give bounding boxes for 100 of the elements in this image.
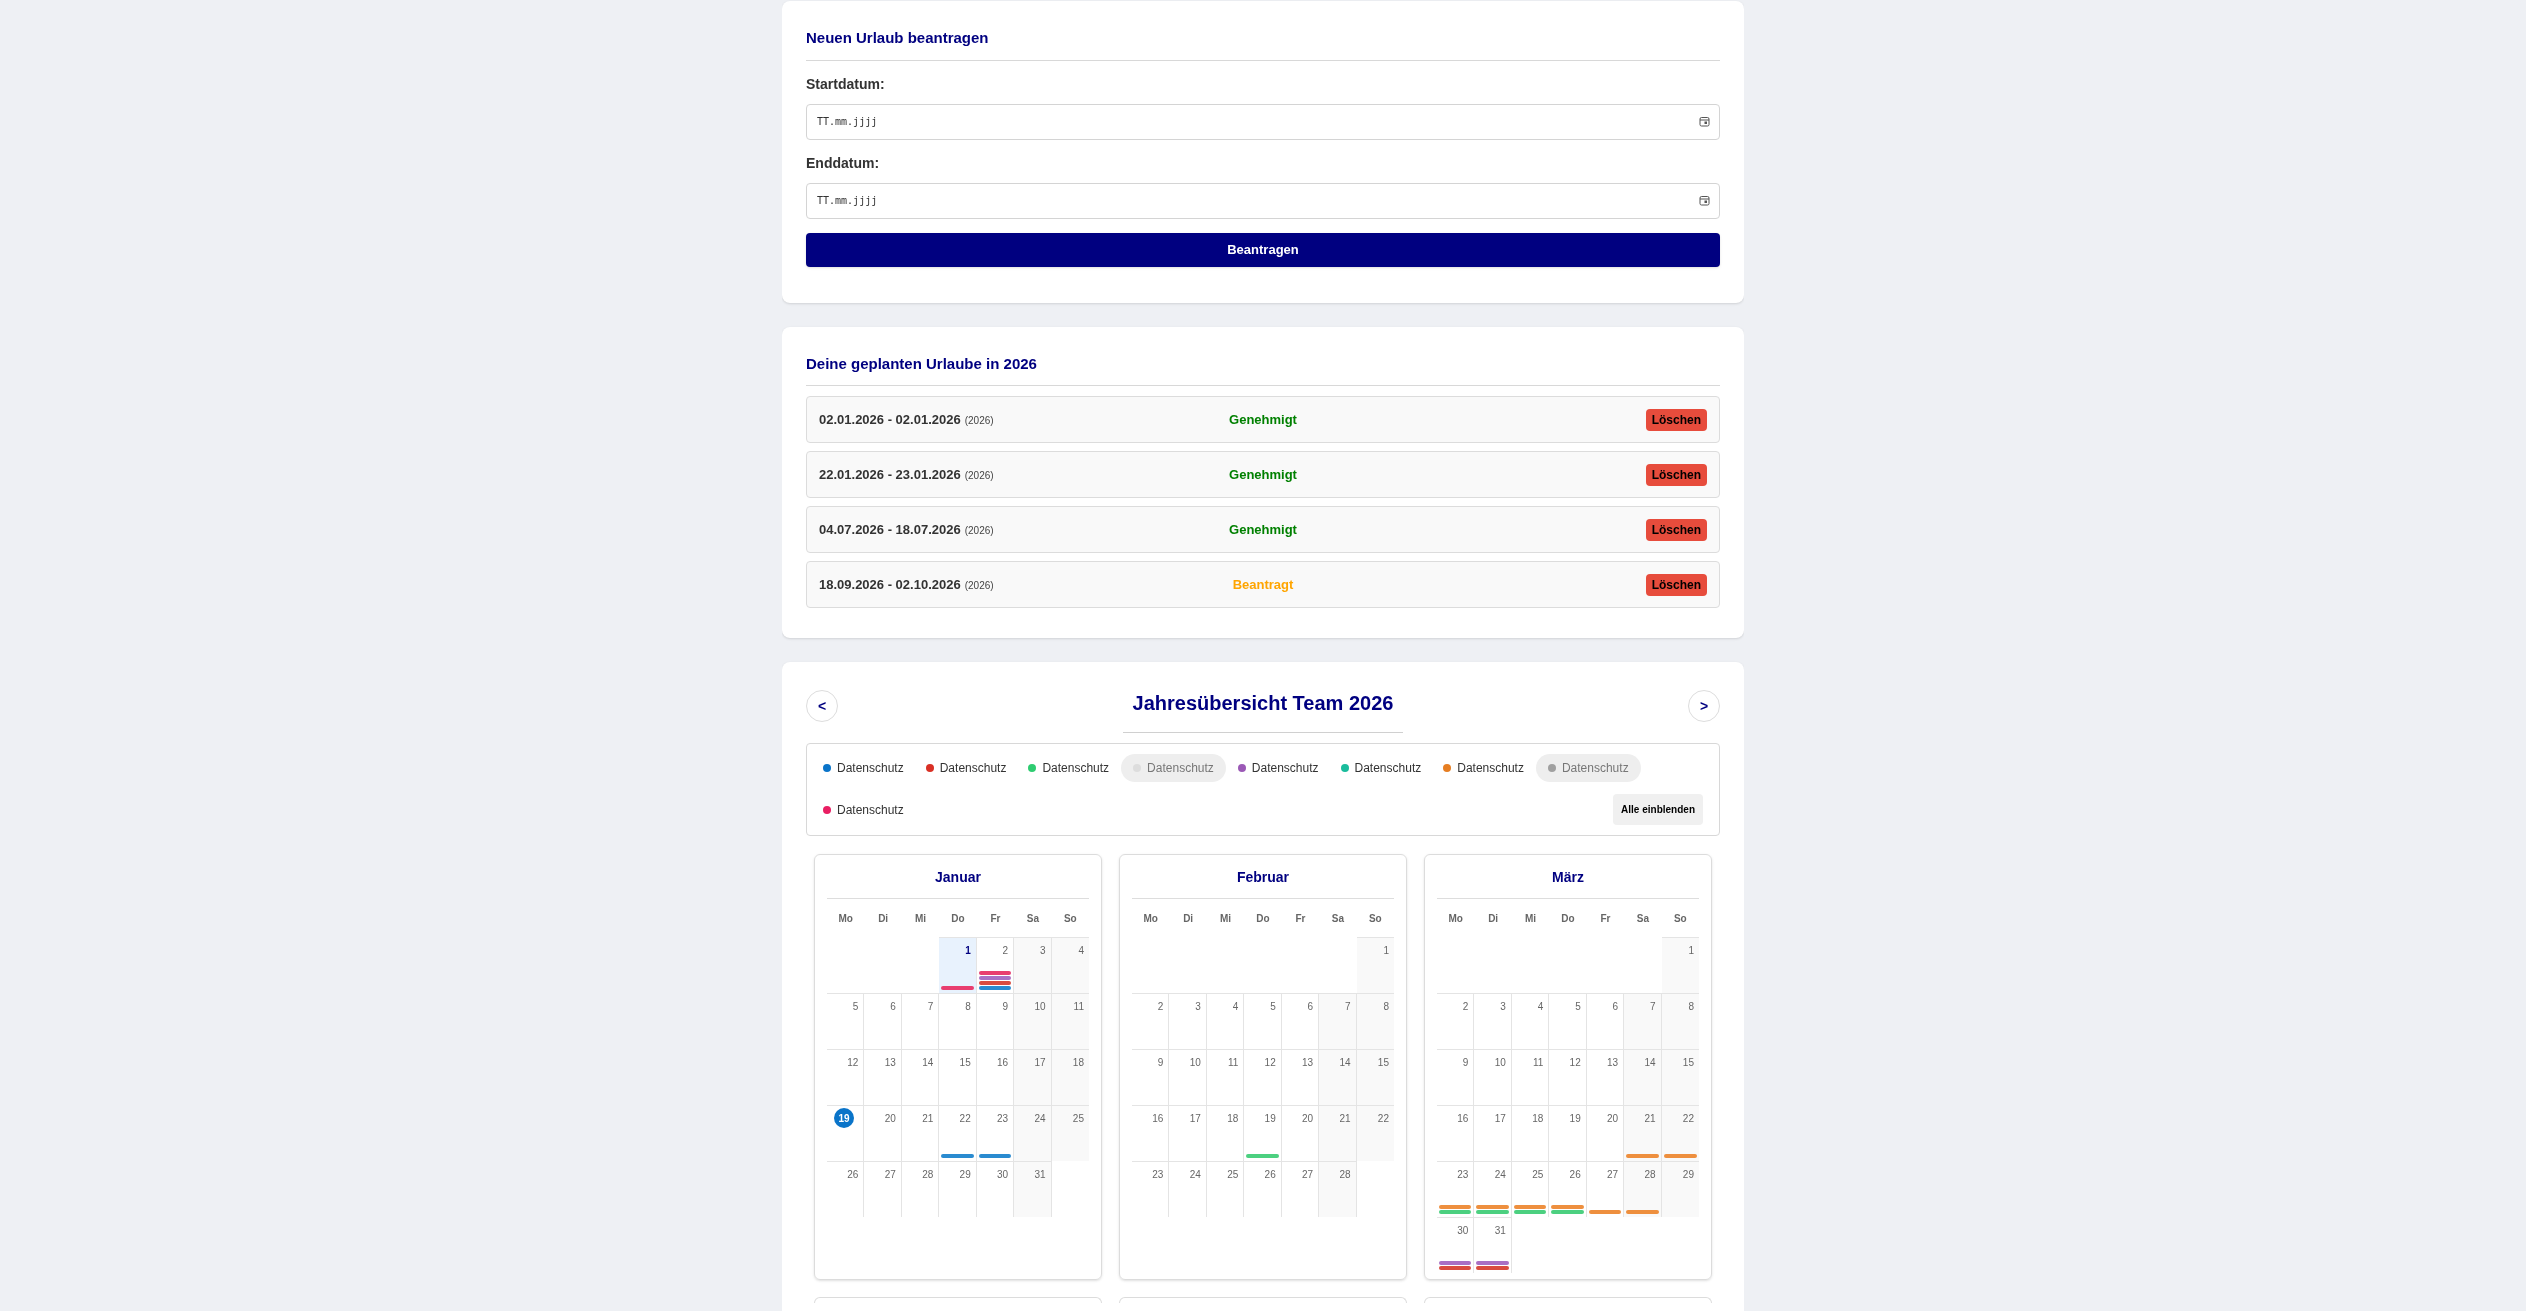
legend-item[interactable]: Datenschutz <box>1121 754 1226 782</box>
delete-button[interactable]: Löschen <box>1645 518 1707 541</box>
day-cell[interactable]: 29 <box>939 1161 977 1217</box>
day-cell[interactable]: 4 <box>1511 993 1550 1049</box>
day-cell[interactable]: 17 <box>1474 1105 1512 1161</box>
date-field[interactable]: TT.mm.jjjj <box>806 182 1720 219</box>
day-cell[interactable]: 21 <box>1319 1105 1357 1161</box>
day-cell[interactable]: 13 <box>1281 1049 1320 1105</box>
day-cell[interactable]: 12 <box>1244 1049 1282 1105</box>
day-cell[interactable]: 7 <box>1319 993 1357 1049</box>
legend-item[interactable]: Datenschutz <box>1443 754 1524 782</box>
day-cell[interactable]: 10 <box>1169 1049 1207 1105</box>
day-cell[interactable]: 26 <box>1549 1161 1587 1217</box>
day-cell[interactable]: 1 <box>1356 937 1394 993</box>
day-cell[interactable]: 21 <box>1624 1105 1662 1161</box>
day-cell[interactable]: 31 <box>1014 1161 1052 1217</box>
day-cell[interactable]: 20 <box>864 1105 902 1161</box>
day-cell[interactable]: 6 <box>864 993 902 1049</box>
day-cell[interactable]: 11 <box>1511 1049 1550 1105</box>
previous-button[interactable]: < <box>806 690 838 722</box>
day-cell[interactable]: 11 <box>1206 1049 1245 1105</box>
day-cell[interactable]: 27 <box>1281 1161 1320 1217</box>
day-cell[interactable]: 25 <box>1511 1161 1550 1217</box>
day-cell[interactable]: 8 <box>1356 993 1394 1049</box>
day-cell[interactable]: 5 <box>827 993 865 1049</box>
day-cell[interactable]: 12 <box>827 1049 865 1105</box>
day-cell[interactable]: 23 <box>1132 1161 1170 1217</box>
day-cell[interactable]: 28 <box>1624 1161 1662 1217</box>
day-cell[interactable]: 24 <box>1014 1105 1052 1161</box>
day-cell[interactable]: 31 <box>1474 1217 1512 1273</box>
legend-item[interactable]: Datenschutz <box>925 754 1007 782</box>
day-cell[interactable]: 20 <box>1281 1105 1320 1161</box>
day-cell[interactable]: 6 <box>1586 993 1625 1049</box>
delete-button[interactable]: Löschen <box>1645 463 1707 486</box>
legend-item[interactable]: Datenschutz <box>1535 754 1641 782</box>
day-cell[interactable]: 16 <box>1132 1105 1170 1161</box>
day-cell[interactable]: 15 <box>1356 1049 1394 1105</box>
day-cell[interactable]: 20 <box>1586 1105 1625 1161</box>
day-cell[interactable]: 14 <box>901 1049 940 1105</box>
delete-button[interactable]: Löschen <box>1645 408 1707 431</box>
day-cell[interactable]: 3 <box>1474 993 1512 1049</box>
day-cell[interactable]: 1 <box>939 937 977 993</box>
day-cell[interactable]: 4 <box>1206 993 1245 1049</box>
day-cell[interactable]: 19 <box>827 1105 865 1161</box>
day-cell[interactable]: 23 <box>1437 1161 1475 1217</box>
show-all-button[interactable]: Alle einblenden <box>1613 794 1703 825</box>
legend-item[interactable]: Datenschutz <box>823 754 904 782</box>
day-cell[interactable]: 14 <box>1624 1049 1662 1105</box>
day-cell[interactable]: 15 <box>939 1049 977 1105</box>
day-cell[interactable]: 4 <box>1051 937 1089 993</box>
day-cell[interactable]: 21 <box>901 1105 940 1161</box>
legend-item[interactable]: Datenschutz <box>1340 754 1422 782</box>
day-cell[interactable]: 23 <box>976 1105 1015 1161</box>
day-cell[interactable]: 19 <box>1549 1105 1587 1161</box>
day-cell[interactable]: 14 <box>1319 1049 1357 1105</box>
delete-button[interactable]: Löschen <box>1645 573 1707 596</box>
day-cell[interactable]: 19 <box>1244 1105 1282 1161</box>
next-button[interactable]: > <box>1688 690 1720 722</box>
day-cell[interactable]: 24 <box>1474 1161 1512 1217</box>
day-cell[interactable]: 18 <box>1511 1105 1550 1161</box>
day-cell[interactable]: 13 <box>864 1049 902 1105</box>
day-cell[interactable]: 16 <box>1437 1105 1475 1161</box>
day-cell[interactable]: 16 <box>976 1049 1015 1105</box>
day-cell[interactable]: 17 <box>1169 1105 1207 1161</box>
day-cell[interactable]: 2 <box>1437 993 1475 1049</box>
day-cell[interactable]: 10 <box>1014 993 1052 1049</box>
day-cell[interactable]: 9 <box>1437 1049 1475 1105</box>
day-cell[interactable]: 22 <box>939 1105 977 1161</box>
day-cell[interactable]: 2 <box>976 937 1015 993</box>
legend-item[interactable]: Datenschutz <box>1028 754 1110 782</box>
day-cell[interactable]: 22 <box>1661 1105 1699 1161</box>
day-cell[interactable]: 2 <box>1132 993 1170 1049</box>
day-cell[interactable]: 9 <box>976 993 1015 1049</box>
day-cell[interactable]: 24 <box>1169 1161 1207 1217</box>
day-cell[interactable]: 27 <box>864 1161 902 1217</box>
day-cell[interactable]: 12 <box>1549 1049 1587 1105</box>
day-cell[interactable]: 18 <box>1206 1105 1245 1161</box>
day-cell[interactable]: 22 <box>1356 1105 1394 1161</box>
day-cell[interactable]: 30 <box>1437 1217 1475 1273</box>
legend-item[interactable]: Datenschutz <box>823 795 904 824</box>
day-cell[interactable]: 6 <box>1281 993 1320 1049</box>
day-cell[interactable]: 8 <box>939 993 977 1049</box>
legend-item[interactable]: Datenschutz <box>1237 754 1319 782</box>
day-cell[interactable]: 7 <box>1624 993 1662 1049</box>
calendar-icon[interactable] <box>1699 115 1710 127</box>
calendar-icon[interactable] <box>1699 194 1710 206</box>
day-cell[interactable]: 3 <box>1169 993 1207 1049</box>
day-cell[interactable]: 26 <box>1244 1161 1282 1217</box>
day-cell[interactable]: 29 <box>1661 1161 1699 1217</box>
day-cell[interactable]: 10 <box>1474 1049 1512 1105</box>
day-cell[interactable]: 18 <box>1051 1049 1089 1105</box>
day-cell[interactable]: 17 <box>1014 1049 1052 1105</box>
day-cell[interactable]: 9 <box>1132 1049 1170 1105</box>
day-cell[interactable]: 25 <box>1206 1161 1245 1217</box>
day-cell[interactable]: 13 <box>1586 1049 1625 1105</box>
day-cell[interactable]: 26 <box>827 1161 865 1217</box>
day-cell[interactable]: 15 <box>1661 1049 1699 1105</box>
day-cell[interactable]: 30 <box>976 1161 1015 1217</box>
date-field[interactable]: TT.mm.jjjj <box>806 103 1720 140</box>
day-cell[interactable]: 3 <box>1014 937 1052 993</box>
